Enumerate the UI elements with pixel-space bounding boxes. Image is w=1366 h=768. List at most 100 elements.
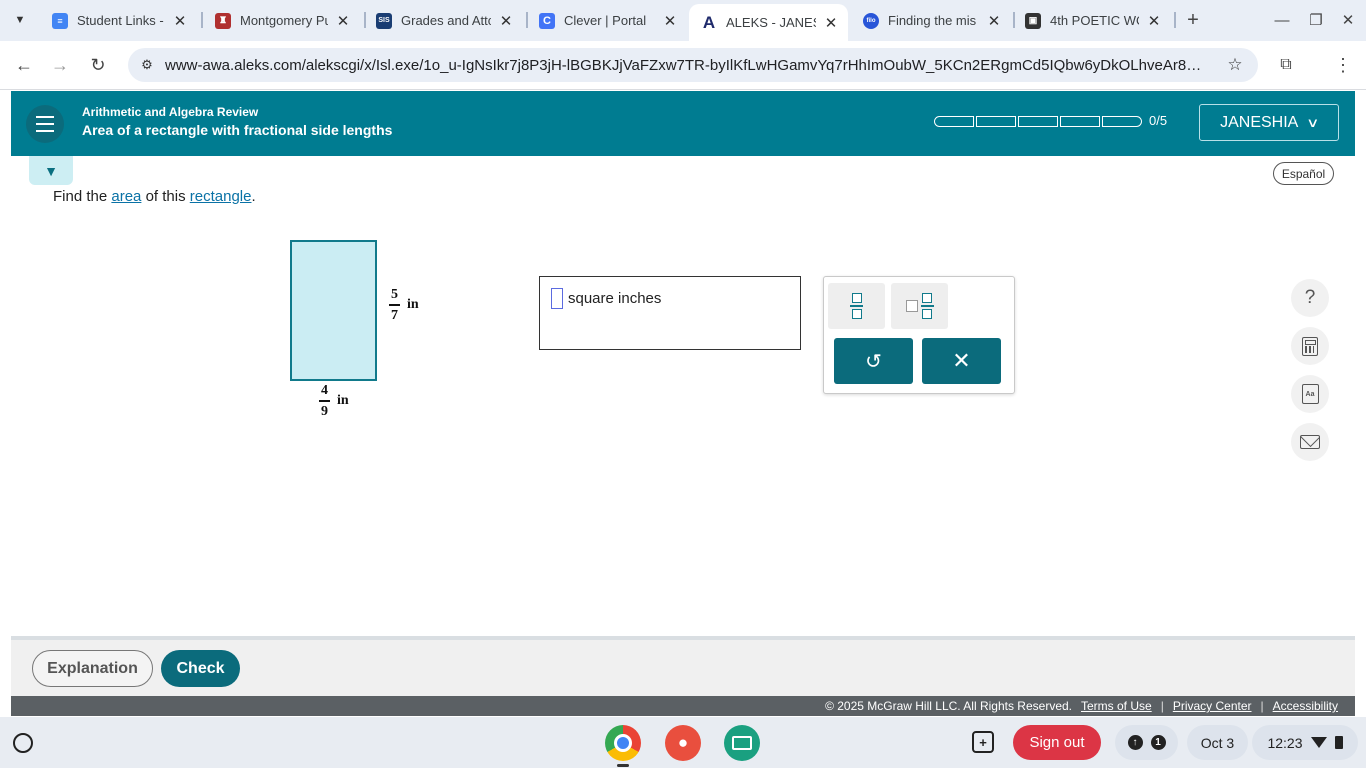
height-denominator: 7 [391,307,398,323]
width-denominator: 9 [321,403,328,419]
minimize-window-icon[interactable]: — [1270,8,1294,32]
tab-aleks[interactable]: A ALEKS - JANES ✕ [689,4,848,41]
clever-icon: C [539,12,555,29]
sis-icon: SIS [376,12,392,29]
site-settings-icon[interactable]: ⚙ [138,56,156,74]
close-tab-icon[interactable]: ✕ [334,12,352,30]
topic-category: Arithmetic and Algebra Review [82,105,259,119]
tab-student-links[interactable]: ≡ Student Links - ( ✕ [40,5,197,36]
message-envelope-icon[interactable] [1291,423,1329,461]
user-menu-button[interactable]: JANESHIA ∨ [1199,104,1339,141]
dictionary-icon[interactable]: Aa [1291,375,1329,413]
answer-unit-label: square inches [568,290,662,307]
footer-separator: | [1260,699,1264,713]
tab-title: Student Links - ( [77,13,165,28]
close-tab-icon[interactable]: ✕ [985,12,1003,30]
date-display[interactable]: Oct 3 [1187,725,1248,760]
area-definition-link[interactable]: area [111,188,141,205]
browser-toolbar: ← → ↻ ⚙ www-awa.aleks.com/alekscgi/x/Isl… [0,41,1366,90]
answer-entry-slot[interactable] [551,288,563,309]
tab-grades[interactable]: SIS Grades and Attc ✕ [364,5,523,36]
docs-icon: ≡ [52,12,68,29]
bookmark-star-icon[interactable]: ☆ [1224,54,1246,76]
notification-pill[interactable]: ↑ 1 [1115,725,1178,760]
question-prompt: Find the area of this rectangle. [53,188,256,205]
progress-bar [934,116,1142,127]
aleks-icon: A [702,12,716,32]
mixed-number-key[interactable] [891,283,948,329]
height-unit: in [407,296,419,312]
close-window-icon[interactable]: ✕ [1336,8,1360,32]
sign-out-button[interactable]: Sign out [1013,725,1101,760]
close-tab-icon[interactable]: ✕ [822,14,840,32]
screen-capture-icon[interactable]: + [972,731,994,753]
topic-title: Area of a rectangle with fractional side… [82,122,393,138]
url-text[interactable]: www-awa.aleks.com/alekscgi/x/Isl.exe/1o_… [165,57,1205,74]
browser-tab-strip: ▼ ≡ Student Links - ( ✕ ♜ Montgomery Pu … [0,0,1366,41]
tab-poetic[interactable]: ▣ 4th POETIC WO ✕ [1013,5,1171,36]
rectangle-figure [290,240,377,381]
explanation-button[interactable]: Explanation [32,650,153,687]
math-palette: ↺ ✕ [823,276,1015,394]
accessibility-link[interactable]: Accessibility [1273,699,1338,713]
update-arrow-icon: ↑ [1127,735,1143,750]
aleks-header: Arithmetic and Algebra Review Area of a … [11,91,1355,156]
tab-search-chevron-icon[interactable]: ▼ [8,8,32,32]
paint-palette-app-icon[interactable]: ● [665,725,701,761]
prompt-text: Find the [53,188,112,205]
footer-separator: | [1160,699,1164,713]
privacy-center-link[interactable]: Privacy Center [1173,699,1252,713]
tab-clever[interactable]: C Clever | Portal ✕ [527,5,687,36]
tab-title: Montgomery Pu [240,13,328,28]
progress-segment [1102,116,1142,127]
tab-title: ALEKS - JANES [726,15,816,30]
tab-title: Grades and Attc [401,13,491,28]
new-tab-plus-icon[interactable]: + [1182,9,1204,31]
undo-button[interactable]: ↺ [834,338,913,384]
fraction-key[interactable] [828,283,885,329]
browser-menu-kebab-icon[interactable]: ⋮ [1331,53,1355,77]
clock-time: 12:23 [1267,734,1303,751]
fraction-bar [319,400,330,402]
forward-arrow-icon[interactable]: → [48,53,72,77]
restore-window-icon[interactable]: ❐ [1304,8,1328,32]
prompt-text: . [251,188,256,205]
fraction-template-icon [850,293,863,319]
collapse-chevron-icon[interactable]: ▼ [29,156,73,185]
progress-segment [1060,116,1100,127]
height-numerator: 5 [391,287,398,302]
rectangle-definition-link[interactable]: rectangle [190,188,252,205]
question-area: ▼ Español Find the area of this rectangl… [11,156,1355,636]
progress-count: 0/5 [1149,113,1168,128]
extensions-puzzle-icon[interactable]: ⧉ [1274,53,1298,77]
hamburger-menu-icon[interactable] [26,105,64,143]
reload-icon[interactable]: ↻ [86,53,110,77]
close-tab-icon[interactable]: ✕ [1145,12,1163,30]
clear-button[interactable]: ✕ [922,338,1001,384]
progress-segment [934,116,974,127]
address-bar[interactable]: ⚙ www-awa.aleks.com/alekscgi/x/Isl.exe/1… [128,48,1258,82]
close-tab-icon[interactable]: ✕ [497,12,515,30]
system-tray[interactable]: 12:23 [1252,725,1358,760]
mixed-number-template-icon [905,293,934,319]
copyright-text: © 2025 McGraw Hill LLC. All Rights Reser… [825,699,1072,713]
espanol-button[interactable]: Español [1273,162,1334,185]
notification-count: 1 [1150,735,1166,750]
close-tab-icon[interactable]: ✕ [171,12,189,30]
tab-montgomery[interactable]: ♜ Montgomery Pu ✕ [203,5,360,36]
answer-input[interactable]: square inches [539,276,801,350]
terms-of-use-link[interactable]: Terms of Use [1081,699,1152,713]
classroom-app-icon[interactable] [724,725,760,761]
check-button[interactable]: Check [161,650,240,687]
action-bar: Explanation Check [11,636,1355,696]
launcher-circle-icon[interactable] [13,733,33,753]
calculator-icon[interactable] [1291,327,1329,365]
width-label: 4 9 in [319,383,349,419]
chrome-app-icon[interactable] [605,725,641,761]
tab-filo[interactable]: filo Finding the mis ✕ [851,5,1011,36]
close-tab-icon[interactable]: ✕ [661,12,679,30]
back-arrow-icon[interactable]: ← [12,53,36,77]
page-footer: © 2025 McGraw Hill LLC. All Rights Reser… [11,696,1355,716]
running-indicator [617,764,629,767]
help-icon[interactable]: ? [1291,279,1329,317]
